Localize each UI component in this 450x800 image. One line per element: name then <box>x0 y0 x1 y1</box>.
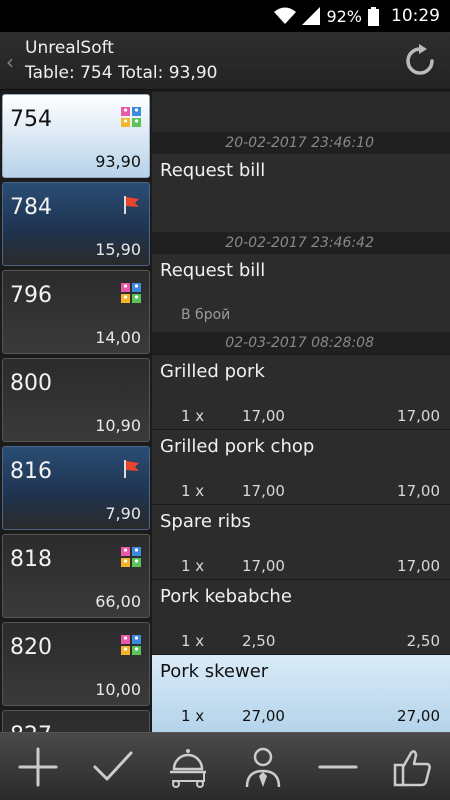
table-tile-784[interactable]: 784 15,90 <box>2 182 150 266</box>
flag-icon <box>121 459 141 479</box>
people-icon <box>121 107 141 127</box>
table-total: 10,00 <box>95 680 141 699</box>
table-summary: Table: 754 Total: 93,90 <box>25 63 218 83</box>
approve-button[interactable] <box>375 733 450 800</box>
timestamp-row: 02-03-2017 08:28:08 <box>152 332 450 354</box>
item-price: 27,00 <box>242 707 285 725</box>
order-spacer <box>152 92 450 132</box>
item-name: Pork kebabche <box>160 586 292 607</box>
table-total: 15,90 <box>95 240 141 259</box>
refresh-icon <box>406 44 434 75</box>
request-bill-row[interactable]: Request bill В брой <box>152 254 450 332</box>
add-button[interactable] <box>0 733 75 800</box>
item-total: 27,00 <box>397 707 440 725</box>
item-price: 2,50 <box>242 632 276 650</box>
table-tile-820[interactable]: 820 10,00 <box>2 622 150 706</box>
table-total: 7,90 <box>105 504 141 523</box>
order-item-row[interactable]: Grilled pork chop 1 x 17,00 17,00 <box>152 429 450 504</box>
tables-list[interactable]: 754 93,90 784 15,90 796 14,00 800 10,90 … <box>0 92 152 732</box>
item-price: 17,00 <box>242 557 285 575</box>
request-title: Request bill <box>160 160 266 181</box>
waiter-button[interactable] <box>225 733 300 800</box>
item-qty: 1 x <box>181 407 205 425</box>
item-name: Pork skewer <box>160 661 269 682</box>
request-bill-row[interactable]: Request bill <box>152 154 450 232</box>
refresh-button[interactable] <box>402 43 438 79</box>
item-name: Grilled pork chop <box>160 436 315 457</box>
table-tile-796[interactable]: 796 14,00 <box>2 270 150 354</box>
people-icon <box>121 283 141 303</box>
app-header: ‹ UnrealSoft Table: 754 Total: 93,90 <box>0 32 450 90</box>
table-number: 754 <box>10 107 52 132</box>
minus-icon <box>318 765 357 768</box>
table-tile-816[interactable]: 816 7,90 <box>2 446 150 530</box>
order-item-row-selected[interactable]: Pork skewer 1 x 27,00 27,00 <box>152 654 450 732</box>
order-details: 20-02-2017 23:46:10 Request bill 20-02-2… <box>152 92 450 732</box>
battery-percent: 92% <box>326 6 362 26</box>
item-total: 17,00 <box>397 407 440 425</box>
item-total: 17,00 <box>397 557 440 575</box>
item-name: Spare ribs <box>160 511 251 532</box>
table-number: 820 <box>10 635 52 660</box>
item-qty: 1 x <box>181 557 205 575</box>
people-icon <box>121 635 141 655</box>
table-number: 827 <box>10 723 52 732</box>
table-number: 818 <box>10 547 52 572</box>
timestamp-row: 20-02-2017 23:46:42 <box>152 232 450 254</box>
item-qty: 1 x <box>181 632 205 650</box>
request-note: В брой <box>181 307 231 323</box>
item-total: 17,00 <box>397 482 440 500</box>
request-title: Request bill <box>160 260 266 281</box>
app-title: UnrealSoft <box>25 38 114 58</box>
thumbs-up-icon <box>393 749 431 786</box>
battery-icon <box>368 6 379 26</box>
room-service-icon <box>169 748 206 788</box>
status-bar: 92% 10:29 <box>0 0 450 32</box>
order-item-row[interactable]: Pork kebabche 1 x 2,50 2,50 <box>152 579 450 654</box>
item-name: Grilled pork <box>160 361 265 382</box>
table-total: 93,90 <box>95 152 141 171</box>
wifi-icon <box>274 7 297 25</box>
item-price: 17,00 <box>242 407 285 425</box>
table-number: 796 <box>10 283 52 308</box>
remove-button[interactable] <box>300 733 375 800</box>
table-tile-818[interactable]: 818 66,00 <box>2 534 150 618</box>
table-total: 10,90 <box>95 416 141 435</box>
add-icon <box>18 747 57 786</box>
table-number: 800 <box>10 371 52 396</box>
item-price: 17,00 <box>242 482 285 500</box>
item-qty: 1 x <box>181 707 205 725</box>
timestamp-row: 20-02-2017 23:46:10 <box>152 132 450 154</box>
table-number: 816 <box>10 459 52 484</box>
flag-icon <box>121 195 141 215</box>
table-tile-800[interactable]: 800 10,90 <box>2 358 150 442</box>
waiter-icon <box>245 747 280 787</box>
table-tile-754[interactable]: 754 93,90 <box>2 94 150 178</box>
order-item-row[interactable]: Spare ribs 1 x 17,00 17,00 <box>152 504 450 579</box>
item-qty: 1 x <box>181 482 205 500</box>
signal-icon <box>302 7 321 25</box>
check-icon <box>93 751 132 780</box>
table-number: 784 <box>10 195 52 220</box>
table-total: 66,00 <box>95 592 141 611</box>
clock: 10:29 <box>391 6 440 26</box>
bottom-toolbar <box>0 732 450 800</box>
back-chevron-icon[interactable]: ‹ <box>6 50 14 74</box>
table-tile-827[interactable]: 827 <box>2 710 150 732</box>
order-item-row[interactable]: Grilled pork 1 x 17,00 17,00 <box>152 354 450 429</box>
confirm-button[interactable] <box>75 733 150 800</box>
item-total: 2,50 <box>406 632 440 650</box>
table-total: 14,00 <box>95 328 141 347</box>
people-icon <box>121 547 141 567</box>
room-service-button[interactable] <box>150 733 225 800</box>
